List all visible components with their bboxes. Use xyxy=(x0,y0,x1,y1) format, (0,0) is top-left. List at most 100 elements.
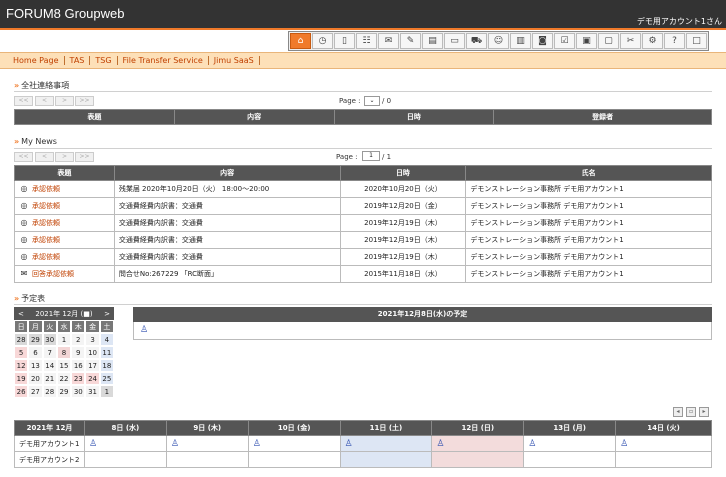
week-day-header[interactable]: 11日 (土) xyxy=(339,420,433,436)
last-page-button[interactable]: >> xyxy=(75,96,94,106)
calendar-day[interactable]: 1 xyxy=(99,385,114,398)
prev-page-button[interactable]: < xyxy=(35,96,54,106)
col-header[interactable]: 内容 xyxy=(173,109,335,125)
news-type[interactable]: ◎ 承認依頼 xyxy=(14,197,115,215)
mail-icon[interactable]: ✉ xyxy=(378,33,399,49)
calendar-day[interactable]: 4 xyxy=(99,333,114,346)
door-icon[interactable]: ▯ xyxy=(334,33,355,49)
this-week-button[interactable]: ▫ xyxy=(686,407,696,417)
schedule-cell[interactable] xyxy=(431,451,525,468)
week-day-header[interactable]: 10日 (金) xyxy=(247,420,341,436)
add-schedule-icon[interactable]: ♙ xyxy=(171,439,179,449)
schedule-cell[interactable]: ♙ xyxy=(615,435,712,452)
survey-icon[interactable]: ☑ xyxy=(554,33,575,49)
schedule-cell[interactable] xyxy=(247,451,341,468)
book-icon[interactable]: ▥ xyxy=(510,33,531,49)
user-icon[interactable]: ☺ xyxy=(488,33,509,49)
nav-home-page[interactable]: Home Page xyxy=(8,56,65,65)
car-icon[interactable]: ⛟ xyxy=(466,33,487,49)
news-type[interactable]: ◎ 承認依頼 xyxy=(14,214,115,232)
calendar-day[interactable]: 7 xyxy=(42,346,57,359)
first-page-button[interactable]: << xyxy=(14,96,33,106)
week-day-header[interactable]: 14日 (火) xyxy=(615,420,712,436)
col-header[interactable]: 日時 xyxy=(333,109,495,125)
help-icon[interactable]: ? xyxy=(664,33,685,49)
todo-icon[interactable]: ✎ xyxy=(400,33,421,49)
window-icon[interactable]: □ xyxy=(686,33,707,49)
calendar-day[interactable]: 14 xyxy=(42,359,57,372)
calendar-day[interactable]: 27 xyxy=(28,385,43,398)
calendar-day[interactable]: 28 xyxy=(14,333,29,346)
monitor-icon[interactable]: ▢ xyxy=(598,33,619,49)
calendar-day[interactable]: 24 xyxy=(85,372,100,385)
table-row[interactable]: ◎ 承認依頼 交通費経費内訳書：交通費 2019年12月19日（木） デモンストレ… xyxy=(14,231,712,249)
page-select[interactable]: 1 xyxy=(362,151,380,161)
calendar-day[interactable]: 22 xyxy=(56,372,72,385)
calendar-day[interactable]: 30 xyxy=(42,333,57,346)
next-month-button[interactable]: > xyxy=(104,310,110,318)
news-type[interactable]: ◎ 承認依頼 xyxy=(14,180,115,198)
col-header[interactable]: 日時 xyxy=(339,165,467,181)
schedule-cell[interactable]: ♙ xyxy=(247,435,341,452)
week-day-header[interactable]: 13日 (月) xyxy=(523,420,617,436)
table-row[interactable]: ◎ 承認依頼 交通費経費内訳書：交通費 2019年12月19日（木） デモンストレ… xyxy=(14,248,712,266)
table-row[interactable]: ✉ 回答承認依頼 問合せNo:267229 「RC断面」 2015年11月18日（… xyxy=(14,265,712,283)
next-page-button[interactable]: > xyxy=(55,96,74,106)
page-select[interactable]: ⌄ xyxy=(364,96,380,106)
settings-icon[interactable]: ⚙ xyxy=(642,33,663,49)
org-icon[interactable]: ☷ xyxy=(356,33,377,49)
week-day-header[interactable]: 9日 (木) xyxy=(165,420,249,436)
col-header[interactable]: 表題 xyxy=(14,109,175,125)
news-type[interactable]: ◎ 承認依頼 xyxy=(14,248,115,266)
schedule-cell[interactable] xyxy=(615,451,712,468)
news-type[interactable]: ✉ 回答承認依頼 xyxy=(14,265,115,283)
prev-week-button[interactable]: ◂ xyxy=(673,407,683,417)
calendar-day[interactable]: 1 xyxy=(56,333,72,346)
calendar-day[interactable]: 16 xyxy=(71,359,86,372)
calendar-day[interactable]: 25 xyxy=(99,372,114,385)
meeting-icon[interactable]: ▣ xyxy=(576,33,597,49)
add-schedule-icon[interactable]: ♙ xyxy=(528,439,536,449)
add-schedule-icon[interactable]: ♙ xyxy=(253,439,261,449)
next-page-button[interactable]: > xyxy=(55,152,74,162)
col-header[interactable]: 表題 xyxy=(14,165,115,181)
schedule-cell[interactable]: ♙ xyxy=(431,435,525,452)
calendar-day[interactable]: 3 xyxy=(85,333,100,346)
schedule-cell[interactable] xyxy=(523,451,617,468)
calendar-day[interactable]: 23 xyxy=(71,372,86,385)
calendar-day[interactable]: 20 xyxy=(28,372,43,385)
add-schedule-icon[interactable]: ♙ xyxy=(89,439,97,449)
col-header[interactable]: 内容 xyxy=(113,165,341,181)
clock-icon[interactable]: ◷ xyxy=(312,33,333,49)
calendar-day[interactable]: 30 xyxy=(71,385,86,398)
calendar-day[interactable]: 10 xyxy=(85,346,100,359)
calendar-day[interactable]: 5 xyxy=(14,346,29,359)
col-header[interactable]: 登録者 xyxy=(493,109,712,125)
first-page-button[interactable]: << xyxy=(14,152,33,162)
add-schedule-icon[interactable]: ♙ xyxy=(436,439,444,449)
next-week-button[interactable]: ▸ xyxy=(699,407,709,417)
calendar-day[interactable]: 19 xyxy=(14,372,29,385)
calendar-day[interactable]: 13 xyxy=(28,359,43,372)
prev-page-button[interactable]: < xyxy=(35,152,54,162)
board-icon[interactable]: ▭ xyxy=(444,33,465,49)
tools-icon[interactable]: ✂ xyxy=(620,33,641,49)
schedule-cell[interactable]: ♙ xyxy=(165,435,249,452)
schedule-cell[interactable]: ♙ xyxy=(523,435,617,452)
schedule-cell[interactable]: ♙ xyxy=(339,435,433,452)
nav-tsg[interactable]: TSG xyxy=(90,56,118,65)
calendar-day[interactable]: 9 xyxy=(71,346,86,359)
table-row[interactable]: ◎ 承認依頼 交通費経費内訳書：交通費 2019年12月20日（金） デモンストレ… xyxy=(14,197,712,215)
nav-jimu-saas[interactable]: Jimu SaaS xyxy=(209,56,260,65)
calendar-day[interactable]: 21 xyxy=(42,372,57,385)
schedule-cell[interactable] xyxy=(83,451,167,468)
calendar-day[interactable]: 11 xyxy=(99,346,114,359)
doc-icon[interactable]: ▤ xyxy=(422,33,443,49)
nav-file-transfer[interactable]: File Transfer Service xyxy=(118,56,209,65)
calendar-day[interactable]: 18 xyxy=(99,359,114,372)
calendar-day[interactable]: 29 xyxy=(28,333,43,346)
camera-icon[interactable]: ◙ xyxy=(532,33,553,49)
prev-month-button[interactable]: < xyxy=(18,310,24,318)
calendar-day[interactable]: 31 xyxy=(85,385,100,398)
add-schedule-icon[interactable]: ♙ xyxy=(140,325,148,335)
